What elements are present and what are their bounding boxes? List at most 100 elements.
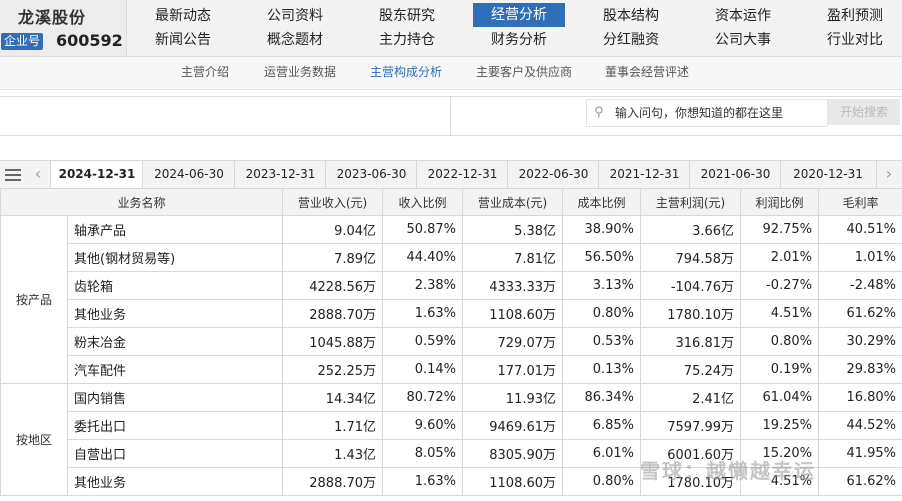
value-cell: 9.60% [382, 411, 464, 440]
business-name-cell: 其他(钢材贸易等) [66, 243, 284, 272]
table-row: 按产品 轴承产品 9.04亿 50.87% 5.38亿 38.90% 3.66亿 92.75%… [0, 215, 902, 384]
value-cell: 1108.60万 [462, 467, 564, 496]
value-cell: 2.01% [740, 243, 820, 272]
value-cell: 1.43亿 [282, 439, 384, 468]
subnav-customers[interactable]: 主要客户及供应商 [476, 57, 572, 87]
subnav-main-intro[interactable]: 主营介绍 [181, 57, 229, 87]
company-brand: 龙溪股份 企业号 600592 [0, 0, 127, 56]
value-cell: 0.19% [740, 355, 820, 384]
value-cell: 4333.33万 [462, 271, 564, 300]
enterprise-tag[interactable]: 企业号 [1, 33, 44, 50]
date-tab[interactable]: 2021-12-31 [598, 161, 690, 188]
value-cell: -0.27% [740, 271, 820, 300]
subnav-operating-data[interactable]: 运营业务数据 [264, 57, 336, 87]
nav-shareholders[interactable]: 股东研究 [361, 4, 453, 28]
value-cell: -2.48% [818, 271, 902, 300]
col-header-revenue-ratio: 收入比例 [382, 188, 464, 216]
subnav-board-review[interactable]: 董事会经营评述 [605, 57, 689, 87]
chevron-left-icon[interactable]: ‹ [26, 161, 50, 188]
col-header-margin: 毛利率 [818, 188, 902, 216]
value-cell: 30.29% [818, 327, 902, 356]
sub-nav: 主营介绍 运营业务数据 主营构成分析 主要客户及供应商 董事会经营评述 [0, 57, 902, 90]
business-name-cell: 汽车配件 [66, 355, 284, 384]
date-tab[interactable]: 2022-12-31 [416, 161, 508, 188]
value-cell: 8.05% [382, 439, 464, 468]
value-cell: 56.50% [562, 243, 642, 272]
business-name-cell: 粉末冶金 [66, 327, 284, 356]
value-cell: 7597.99万 [640, 411, 742, 440]
date-tab[interactable]: 2023-12-31 [234, 161, 326, 188]
value-cell: 86.34% [562, 383, 642, 412]
value-cell: 1.01% [818, 243, 902, 272]
value-cell: 0.59% [382, 327, 464, 356]
business-name-cell: 其他业务 [66, 467, 284, 496]
value-cell: 19.25% [740, 411, 820, 440]
nav-holdings[interactable]: 主力持仓 [361, 28, 453, 52]
nav-capital[interactable]: 资本运作 [697, 4, 789, 28]
col-header-profit: 主营利润(元) [640, 188, 742, 216]
nav-industry[interactable]: 行业对比 [809, 28, 901, 52]
value-cell: 61.62% [818, 467, 902, 496]
nav-concepts[interactable]: 概念题材 [249, 28, 341, 52]
date-tab[interactable]: 2021-06-30 [689, 161, 781, 188]
business-name-cell: 国内销售 [66, 383, 284, 412]
value-cell: 11.93亿 [462, 383, 564, 412]
date-tab[interactable]: 2022-06-30 [507, 161, 599, 188]
divider [450, 97, 451, 135]
value-cell: 61.04% [740, 383, 820, 412]
value-cell: 7.81亿 [462, 243, 564, 272]
nav-company-info[interactable]: 公司资料 [249, 4, 341, 28]
nav-events[interactable]: 公司大事 [697, 28, 789, 52]
nav-equity[interactable]: 股本结构 [585, 4, 677, 28]
table-row: 委托出口 1.71亿 9.60% 9469.61万 6.85% 7597.99万 19.25… [1, 411, 902, 440]
date-tab[interactable]: 2023-06-30 [325, 161, 417, 188]
business-name-cell: 齿轮箱 [66, 271, 284, 300]
search-button[interactable]: 开始搜索 [828, 99, 900, 125]
date-tab[interactable]: 2024-12-31 [50, 161, 143, 188]
col-header-cost: 营业成本(元) [462, 188, 564, 216]
value-cell: 14.34亿 [282, 383, 384, 412]
value-cell: 4.51% [740, 299, 820, 328]
value-cell: 6.85% [562, 411, 642, 440]
value-cell: 44.40% [382, 243, 464, 272]
table-row: 其他业务 2888.70万 1.63% 1108.60万 0.80% 1780.10万 4.… [1, 299, 902, 328]
nav-dividend[interactable]: 分红融资 [585, 28, 677, 52]
top-header: 龙溪股份 企业号 600592 最新动态 公司资料 股东研究 经营分析 股本结构… [0, 0, 902, 57]
value-cell: 1108.60万 [462, 299, 564, 328]
value-cell: 92.75% [740, 215, 820, 244]
nav-operations[interactable]: 经营分析 [473, 3, 565, 27]
value-cell: 0.53% [562, 327, 642, 356]
value-cell: 1.63% [382, 299, 464, 328]
search-input[interactable]: ⚲ 输入问句，你想知道的都在这里 [586, 99, 828, 127]
chevron-right-icon[interactable]: › [876, 161, 901, 188]
table-row: 其他(钢材贸易等) 7.89亿 44.40% 7.81亿 56.50% 794.58万 2.… [1, 243, 902, 272]
value-cell: 0.80% [562, 299, 642, 328]
col-header-cost-ratio: 成本比例 [562, 188, 642, 216]
menu-icon[interactable] [0, 161, 26, 188]
nav-forecast[interactable]: 盈利预测 [809, 4, 901, 28]
nav-news[interactable]: 新闻公告 [137, 28, 229, 52]
col-header-name: 业务名称 [0, 188, 284, 216]
value-cell: 252.25万 [282, 355, 384, 384]
watermark: 雪球：越懒越幸运 [640, 459, 816, 483]
value-cell: 177.01万 [462, 355, 564, 384]
search-strip: ⚲ 输入问句，你想知道的都在这里 开始搜索 [0, 96, 902, 136]
value-cell: 0.13% [562, 355, 642, 384]
value-cell: 5.38亿 [462, 215, 564, 244]
table-row: 齿轮箱 4228.56万 2.38% 4333.33万 3.13% -104.76万 -0.… [1, 271, 902, 300]
subnav-composition[interactable]: 主营构成分析 [370, 57, 442, 87]
value-cell: 0.80% [562, 467, 642, 496]
value-cell: 16.80% [818, 383, 902, 412]
value-cell: 61.62% [818, 299, 902, 328]
table-row: 汽车配件 252.25万 0.14% 177.01万 0.13% 75.24万 0.19% 2… [1, 355, 902, 384]
business-name-cell: 轴承产品 [66, 215, 284, 244]
business-name-cell: 委托出口 [66, 411, 284, 440]
value-cell: 2888.70万 [282, 467, 384, 496]
nav-finance[interactable]: 财务分析 [473, 28, 565, 52]
date-tab[interactable]: 2024-06-30 [142, 161, 235, 188]
nav-latest[interactable]: 最新动态 [137, 4, 229, 28]
value-cell: 2.38% [382, 271, 464, 300]
group-label: 按地区 [0, 383, 68, 496]
date-tab[interactable]: 2020-12-31 [780, 161, 875, 188]
value-cell: 44.52% [818, 411, 902, 440]
